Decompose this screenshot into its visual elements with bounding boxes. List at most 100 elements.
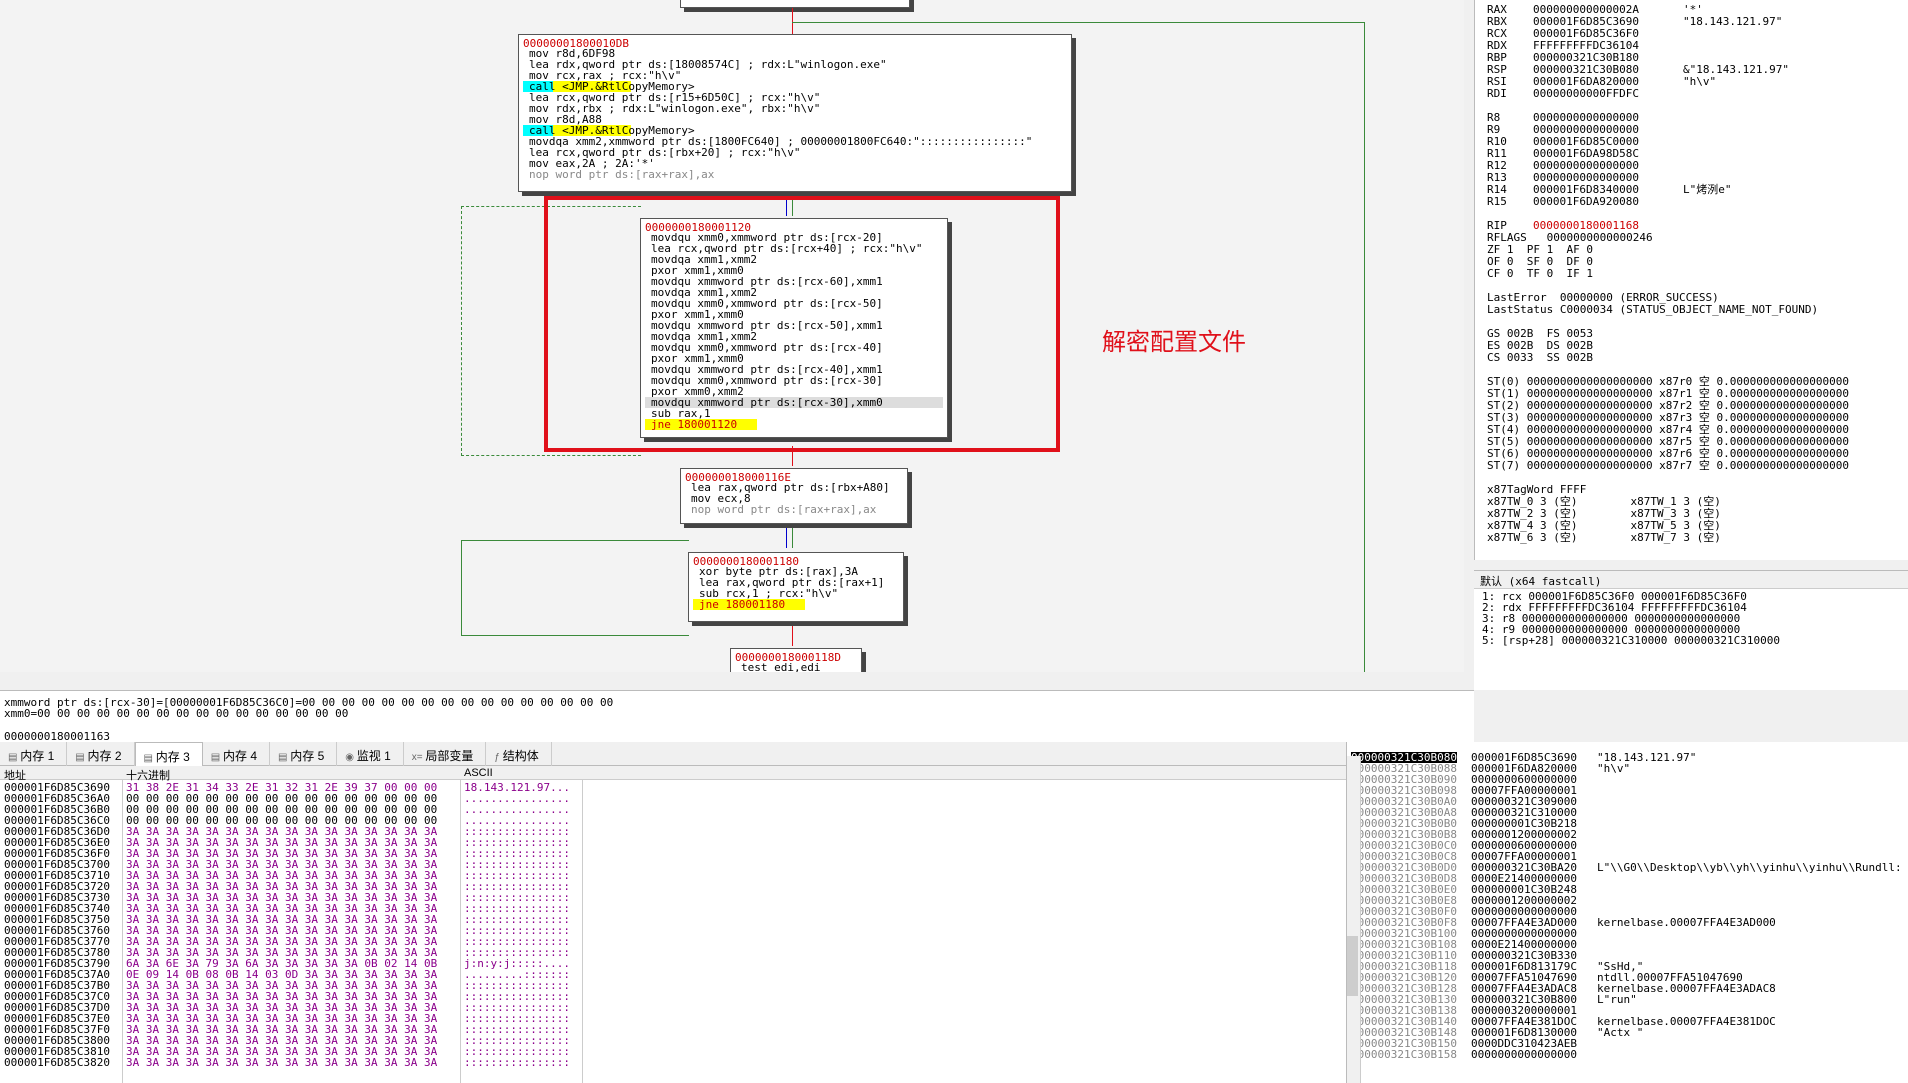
instruction-line[interactable]: mov rdx,rbx ; rdx:L"winlogon.exe", rbx:"… <box>523 103 1067 114</box>
flag-line: LastStatus C0000034 (STATUS_OBJECT_NAME_… <box>1487 303 1819 316</box>
register-name: RDI <box>1487 87 1507 100</box>
register-value[interactable]: 0000000000000000 <box>1533 160 1683 171</box>
registers-vertical-scrollbar[interactable] <box>1474 0 1475 560</box>
instruction-line[interactable]: nop word ptr ds:[rax+rax],ax <box>523 169 1067 180</box>
edge-line <box>792 626 793 646</box>
stack-address: 000000321C30B158 <box>1351 1048 1457 1061</box>
memory-icon: ▤ <box>278 752 291 763</box>
tab-内存-1[interactable]: ▤ 内存 1 <box>0 742 68 766</box>
register-name: RAX <box>1487 3 1507 16</box>
graph-block-1180[interactable]: 0000000180001180 xor byte ptr ds:[rax],3… <box>688 552 904 622</box>
arg-line[interactable]: 5: [rsp+28] 000000321C310000 000000321C3… <box>1482 635 1900 646</box>
flags-list: RFLAGS 0000000000000246 ZF 1 PF 1 AF 0 OF … <box>1475 232 1908 544</box>
register-value[interactable]: 0000000180001168 <box>1533 220 1683 231</box>
register-name: RSP <box>1487 63 1507 76</box>
dump-hex[interactable]: 3A 3A 3A 3A 3A 3A 3A 3A 3A 3A 3A 3A 3A 3… <box>126 1057 437 1068</box>
stack-row[interactable]: 000000321C30B158 0000000000000000 <box>1347 1049 1908 1060</box>
register-value[interactable]: 00000000000FFDFC <box>1533 88 1683 99</box>
edge-line <box>792 22 1365 23</box>
register-value[interactable]: 0000000000000000 <box>1533 112 1683 123</box>
register-value[interactable]: 000001F6D8340000 <box>1533 184 1683 195</box>
memory-dump-panel[interactable]: 地址 十六进制 ASCII 000001F6D85C3690 31 38 2E 3… <box>0 766 1346 1083</box>
stack-value[interactable]: 0000000000000000 <box>1471 1049 1577 1060</box>
tab-label: 结构体 <box>502 749 539 763</box>
registers-panel[interactable]: RAX 000000000000002A '*' RBX 000001F6D85C369… <box>1474 0 1908 560</box>
tab-label: 局部变量 <box>425 749 474 763</box>
register-value[interactable]: 000001F6D85C0000 <box>1533 136 1683 147</box>
stack-comment: kernelbase.00007FFA4E3AD000 <box>1597 916 1776 929</box>
block-lines: xor byte ptr ds:[rax],3A lea rax,qword pt… <box>693 566 899 610</box>
register-comment <box>1683 207 1690 220</box>
tab-结构体[interactable]: ƒ 结构体 <box>486 742 552 766</box>
register-comment: "h\v" <box>1683 75 1717 88</box>
block-lines: mov r8d,6DF98 lea rdx,qword ptr ds:[18008… <box>523 48 1067 180</box>
memory-icon: ▤ <box>210 752 223 763</box>
struct-icon: ƒ <box>494 752 503 763</box>
register-name: R9 <box>1487 123 1501 136</box>
tab-内存-4[interactable]: ▤ 内存 4 <box>203 742 270 766</box>
edge-line <box>786 528 787 548</box>
stack-panel[interactable]: 000000321C30B080 000001F6D85C3690 "18.143.… <box>1346 742 1908 1083</box>
graph-block-118D[interactable]: 000000018000118D test edi,edi <box>730 648 862 672</box>
stack-comment: L"\\G0\\Desktop\\yb\\yh\\yinhu\\yinhu\\R… <box>1597 861 1902 874</box>
tab-局部变量[interactable]: x= 局部变量 <box>404 742 487 766</box>
instruction-line[interactable]: jne 180001120 <box>645 419 943 430</box>
flag-line: CF 0 TF 0 IF 1 <box>1487 267 1593 280</box>
register-name: RDX <box>1487 39 1507 52</box>
register-name: RCX <box>1487 27 1507 40</box>
stack-comment: "Actx " <box>1597 1026 1644 1039</box>
edge-line <box>792 528 793 548</box>
instruction-line[interactable]: jne 180001180 <box>693 599 899 610</box>
graph-block-1120[interactable]: 0000000180001120 movdqu xmm0,xmmword ptr… <box>640 218 948 438</box>
info-line-3: 0000000180001163 <box>4 730 110 743</box>
tab-监视-1[interactable]: ◉ 监视 1 <box>337 742 404 766</box>
tab-内存-3[interactable]: ▤ 内存 3 <box>134 742 203 766</box>
register-row[interactable]: RDI 00000000000FFDFC <box>1487 88 1908 100</box>
register-list: RAX 000000000000002A '*' RBX 000001F6D85C369… <box>1475 0 1908 232</box>
register-row[interactable]: R15 000001F6DA920080 <box>1487 196 1908 208</box>
register-value[interactable]: 000001F6D85C36F0 <box>1533 28 1683 39</box>
register-value[interactable]: 000001F6DA98D58C <box>1533 148 1683 159</box>
tab-label: 内存 3 <box>155 750 190 764</box>
stack-comment: "h\v" <box>1597 762 1631 775</box>
info-line-1: xmmword ptr ds:[rcx-30]=[00000001F6D85C3… <box>4 696 614 709</box>
stack-comment: L"run" <box>1597 993 1637 1006</box>
register-name: RBP <box>1487 51 1507 64</box>
arguments-panel[interactable]: 默认 (x64 fastcall) 1: rcx 000001F6D85C36F… <box>1474 570 1908 690</box>
scroll-thumb[interactable] <box>1347 936 1358 996</box>
register-value[interactable]: 000001F6DA820000 <box>1533 76 1683 87</box>
block-lines: movdqu xmm0,xmmword ptr ds:[rcx-20] lea r… <box>645 232 943 430</box>
args-header: 默认 (x64 fastcall) <box>1474 571 1908 589</box>
register-value[interactable]: 0000000000000000 <box>1533 172 1683 183</box>
register-value[interactable]: 0000000000000000 <box>1533 124 1683 135</box>
graph-view[interactable]: 00000001800010DB mov r8d,6DF98 lea rdx,qw… <box>0 0 1464 672</box>
register-value[interactable]: 000000321C30B180 <box>1533 52 1683 63</box>
table-row[interactable]: 000001F6D85C3820 3A 3A 3A 3A 3A 3A 3A 3A … <box>0 1057 1346 1068</box>
graph-block-116E[interactable]: 000000018000116E lea rax,qword ptr ds:[r… <box>680 468 908 524</box>
register-value[interactable]: FFFFFFFFFDC36104 <box>1533 40 1683 51</box>
register-name: R15 <box>1487 195 1507 208</box>
flag-line: x87TW_6 3 (空) x87TW_7 3 (空) <box>1487 531 1721 544</box>
block-lines: lea rax,qword ptr ds:[rbx+A80] mov ecx,8 n… <box>685 482 903 515</box>
instruction-line[interactable]: nop word ptr ds:[rax+rax],ax <box>685 504 903 515</box>
tab-内存-5[interactable]: ▤ 内存 5 <box>270 742 338 766</box>
register-value[interactable]: 000001F6D85C3690 <box>1533 16 1683 27</box>
register-name: R14 <box>1487 183 1507 196</box>
graph-block-top[interactable] <box>680 0 910 8</box>
watch-icon: ◉ <box>345 752 357 763</box>
tab-内存-2[interactable]: ▤ 内存 2 <box>67 742 135 766</box>
memory-icon: ▤ <box>8 752 21 763</box>
stack-vertical-scrollbar[interactable] <box>1347 756 1361 1083</box>
graph-block-10DB[interactable]: 00000001800010DB mov r8d,6DF98 lea rdx,qw… <box>518 34 1072 192</box>
register-comment: L"烤洌e" <box>1683 183 1732 196</box>
register-name: RSI <box>1487 75 1507 88</box>
tab-label: 监视 1 <box>356 749 391 763</box>
dump-header: 地址 十六进制 ASCII <box>0 766 1346 782</box>
register-value[interactable]: 000001F6DA920080 <box>1533 196 1683 207</box>
memory-icon: ▤ <box>143 753 156 764</box>
dump-ascii[interactable]: :::::::::::::::: <box>464 1057 570 1068</box>
register-name: R13 <box>1487 171 1507 184</box>
dump-tabs: ▤ 内存 1 ▤ 内存 2 ▤ 内存 3 ▤ 内存 4 ▤ 内存 5 ◉ 监视 1 x= 局… <box>0 742 1346 766</box>
register-value[interactable]: 000000000000002A <box>1533 4 1683 15</box>
register-value[interactable]: 000000321C30B080 <box>1533 64 1683 75</box>
